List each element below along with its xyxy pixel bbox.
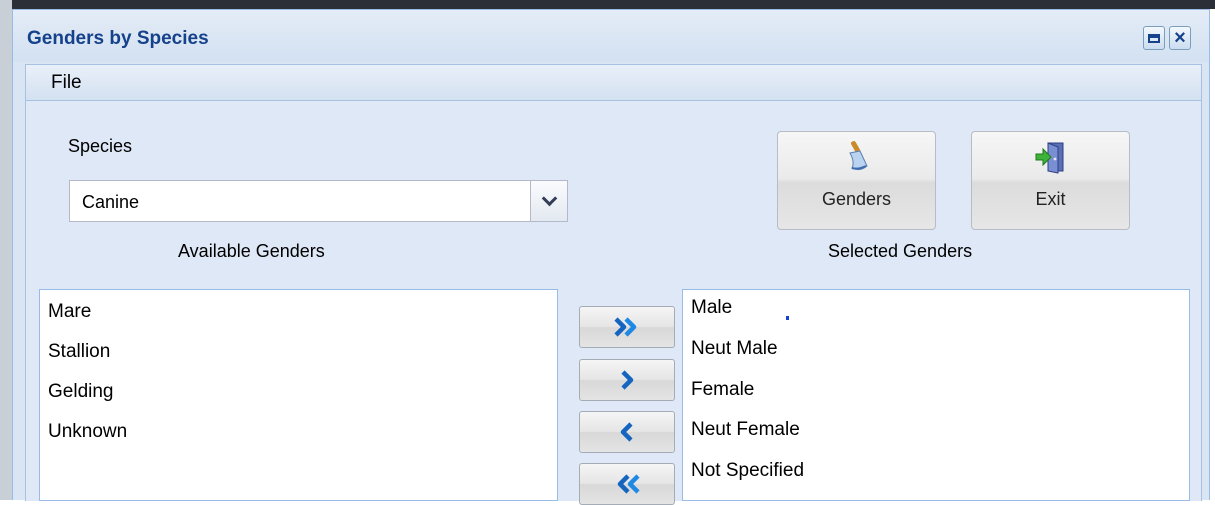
- list-item[interactable]: Male: [691, 297, 732, 319]
- menu-bar: File: [25, 64, 1202, 101]
- selected-genders-list[interactable]: Male Neut Male Female Neut Female Not Sp…: [682, 289, 1190, 501]
- brush-icon: [848, 141, 868, 171]
- form-panel: Species Canine Available Genders Selecte…: [25, 101, 1202, 505]
- close-button[interactable]: ×: [1169, 26, 1191, 50]
- list-item[interactable]: Unknown: [48, 421, 127, 443]
- species-select[interactable]: Canine: [69, 180, 568, 222]
- chevron-down-icon: [541, 190, 557, 207]
- list-item[interactable]: Stallion: [48, 341, 110, 363]
- list-item[interactable]: Mare: [48, 301, 91, 323]
- genders-button-label: Genders: [821, 189, 892, 209]
- genders-by-species-window: Genders by Species × File Species Canine…: [12, 9, 1210, 505]
- close-icon: ×: [1174, 27, 1186, 49]
- maximize-button[interactable]: [1143, 26, 1165, 50]
- window-title: Genders by Species: [27, 28, 209, 49]
- maximize-icon: [1148, 33, 1160, 43]
- exit-door-icon: [1035, 142, 1063, 174]
- double-chevron-right-icon: [614, 317, 637, 337]
- chevron-left-icon: [620, 422, 633, 442]
- desktop-left-edge: [0, 0, 12, 500]
- genders-button[interactable]: Genders: [777, 131, 936, 230]
- list-item[interactable]: Neut Male: [691, 338, 778, 360]
- available-genders-label: Available Genders: [178, 241, 325, 261]
- move-right-button[interactable]: [579, 359, 675, 401]
- move-all-left-button[interactable]: [579, 463, 675, 505]
- move-all-right-button[interactable]: [579, 306, 675, 348]
- list-item[interactable]: Female: [691, 379, 754, 401]
- species-select-value: Canine: [82, 192, 140, 212]
- exit-button[interactable]: Exit: [971, 131, 1130, 230]
- desktop-top-edge: [0, 0, 1215, 9]
- move-left-button[interactable]: [579, 411, 675, 453]
- chevron-right-icon: [621, 370, 634, 390]
- double-chevron-left-icon: [617, 474, 640, 494]
- selected-genders-label: Selected Genders: [828, 241, 973, 261]
- species-dropdown-trigger[interactable]: [530, 181, 567, 221]
- cursor-speck: [786, 316, 789, 320]
- species-label: Species: [68, 136, 133, 156]
- list-item[interactable]: Not Specified: [691, 460, 804, 482]
- exit-button-label: Exit: [1035, 189, 1066, 209]
- list-item[interactable]: Gelding: [48, 381, 114, 403]
- available-genders-list[interactable]: Mare Stallion Gelding Unknown: [39, 289, 558, 501]
- menu-file[interactable]: File: [49, 72, 84, 94]
- list-item[interactable]: Neut Female: [691, 419, 800, 441]
- window-titlebar[interactable]: Genders by Species ×: [13, 10, 1209, 62]
